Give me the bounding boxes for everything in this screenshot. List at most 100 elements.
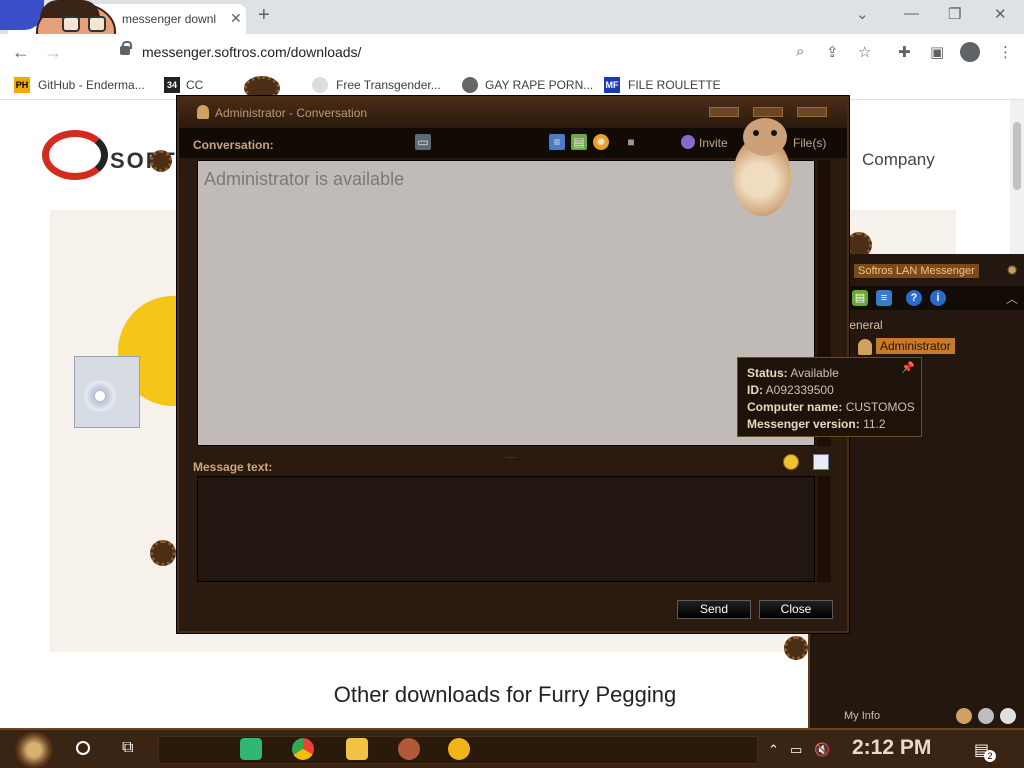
tray-chevron-icon[interactable]: ⌃ (768, 742, 779, 758)
user-name: Administrator (876, 338, 955, 354)
folder-icon[interactable]: ▤ (852, 290, 868, 306)
hamster-head (743, 118, 787, 156)
notes-icon[interactable]: ≡ (876, 290, 892, 306)
zoom-search-icon[interactable]: ⌕ (796, 43, 804, 60)
conversation-history[interactable]: Administrator is available (197, 160, 815, 446)
forward-icon[interactable]: → (44, 42, 62, 63)
chevron-up-icon[interactable]: ︿ (1006, 290, 1018, 307)
tooltip-version-value: 11.2 (863, 417, 886, 431)
sticker-glasses-right (88, 16, 106, 32)
messenger-app-icon[interactable] (448, 738, 470, 760)
emoji-icon[interactable] (783, 454, 799, 470)
message-input[interactable] (197, 476, 815, 582)
conversation-label: Conversation: (193, 138, 274, 152)
pin-icon[interactable]: 📌 (901, 361, 915, 374)
settings-gear-icon[interactable]: ✹ (593, 134, 609, 150)
user-icon (197, 105, 209, 119)
tooltip-status-value: Available (790, 366, 839, 380)
invite-button[interactable]: Invite (699, 136, 728, 150)
status-away-icon[interactable] (978, 708, 994, 724)
close-button[interactable]: Close (759, 600, 833, 619)
tab-search-icon[interactable]: ⌄ (856, 5, 869, 23)
bookmark-github[interactable]: GitHub - Enderma... (38, 78, 145, 92)
splitter-handle[interactable]: .... (505, 450, 516, 461)
bookmark-free-transgender[interactable]: Free Transgender... (336, 78, 441, 92)
send-files-button[interactable]: File(s) (793, 136, 826, 150)
hamster-eye (753, 130, 759, 136)
tab-title: messenger downl (122, 12, 217, 26)
gear-decoration-icon (150, 540, 176, 566)
info-icon[interactable]: i (930, 290, 946, 306)
status-offline-icon[interactable] (1000, 708, 1016, 724)
hamster-sticker (727, 116, 797, 216)
tooltip-id-value: A092339500 (765, 383, 834, 397)
app-icon-red[interactable] (398, 738, 420, 760)
address-bar[interactable]: messenger.softros.com/downloads/ ⌕ ⇪ ☆ (120, 39, 888, 67)
file-explorer-icon[interactable] (346, 738, 368, 760)
sheets-app-icon[interactable] (240, 738, 262, 760)
back-icon[interactable]: ← (12, 42, 30, 63)
company-link[interactable]: Company (862, 150, 935, 170)
tooltip-id-key: ID: (747, 383, 763, 397)
share-icon[interactable]: ⇪ (826, 43, 839, 61)
settings-gear-icon[interactable]: ✹ (1006, 262, 1018, 279)
send-button[interactable]: Send (677, 600, 751, 619)
file-roulette-favicon-icon: MF (604, 77, 620, 93)
side-panel-icon[interactable]: ▣ (930, 43, 944, 61)
bookmark-cc[interactable]: CC (186, 78, 203, 92)
softros-logo-icon (42, 130, 108, 180)
taskbar-clock[interactable]: 2:12 PM (852, 736, 931, 760)
bookmark-file-roulette[interactable]: FILE ROULETTE (628, 78, 721, 92)
bookmark-34-favicon-icon: 34 (164, 77, 180, 93)
chrome-app-icon[interactable] (292, 738, 314, 760)
new-tab-icon[interactable]: + (258, 4, 270, 27)
bookmark-star-icon[interactable]: ☆ (858, 43, 871, 61)
messenger-title: Softros LAN Messenger (854, 264, 979, 278)
start-button[interactable] (14, 732, 54, 768)
help-icon[interactable]: ? (906, 290, 922, 306)
scrollbar-thumb[interactable] (1013, 122, 1021, 190)
menu-kebab-icon[interactable]: ⋮ (998, 43, 1013, 61)
lock-icon (120, 41, 132, 55)
extensions-icon[interactable]: ✚ (898, 43, 911, 61)
bookmark-globe-icon (312, 77, 328, 93)
save-icon[interactable]: ▤ (571, 134, 587, 150)
tooltip-id-row: ID: A092339500 (747, 382, 912, 399)
volume-muted-icon[interactable]: 🔇 (814, 742, 830, 758)
format-text-icon[interactable] (813, 454, 829, 470)
notification-count-badge: 2 (984, 750, 996, 762)
restore-icon[interactable]: ❐ (948, 5, 961, 23)
history-icon[interactable]: ≡ (549, 134, 565, 150)
bookmark-globe-icon-2 (462, 77, 478, 93)
tab-close-icon[interactable]: ✕ (230, 10, 242, 27)
taskbar: ⧉ ⌃ ▭ 🔇 2:12 PM ▤ 2 (0, 728, 1024, 768)
screen-share-icon[interactable]: ▭ (415, 134, 431, 150)
profile-avatar[interactable] (960, 42, 980, 62)
task-view-icon[interactable]: ⧉ (122, 739, 133, 757)
user-icon (858, 339, 872, 355)
url-text[interactable]: messenger.softros.com/downloads/ (142, 44, 361, 60)
software-box-icon (74, 356, 140, 428)
availability-status: Administrator is available (204, 169, 405, 189)
cortana-search-icon[interactable] (76, 741, 90, 755)
sticker-glasses-left (62, 16, 80, 32)
video-camera-icon[interactable]: ■ (623, 134, 639, 150)
status-available-icon[interactable] (956, 708, 972, 724)
gear-decoration-icon (784, 636, 808, 660)
network-icon[interactable]: ▭ (790, 742, 802, 758)
bookmark-gay-rape[interactable]: GAY RAPE PORN... (485, 78, 593, 92)
pornhub-favicon-icon: PH (14, 77, 30, 93)
tooltip-version-key: Messenger version: (747, 417, 860, 431)
window-close-icon[interactable]: ✕ (994, 5, 1007, 23)
tooltip-computer-key: Computer name: (747, 400, 843, 414)
tooltip-computer-value: CUSTOMOS (845, 400, 915, 414)
minimize-icon[interactable]: — (904, 5, 919, 22)
close-icon[interactable] (797, 107, 827, 117)
my-info-link[interactable]: My Info (844, 710, 880, 722)
invite-icon[interactable] (681, 135, 695, 149)
tooltip-computer-row: Computer name: CUSTOMOS (747, 399, 915, 416)
message-scrollbar[interactable] (817, 476, 831, 582)
tooltip-status-row: Status: Available (747, 365, 912, 382)
browser-tab-bar: messenger downl ✕ + ⌄ — ❐ ✕ (0, 0, 1024, 60)
message-label: Message text: (193, 460, 273, 474)
